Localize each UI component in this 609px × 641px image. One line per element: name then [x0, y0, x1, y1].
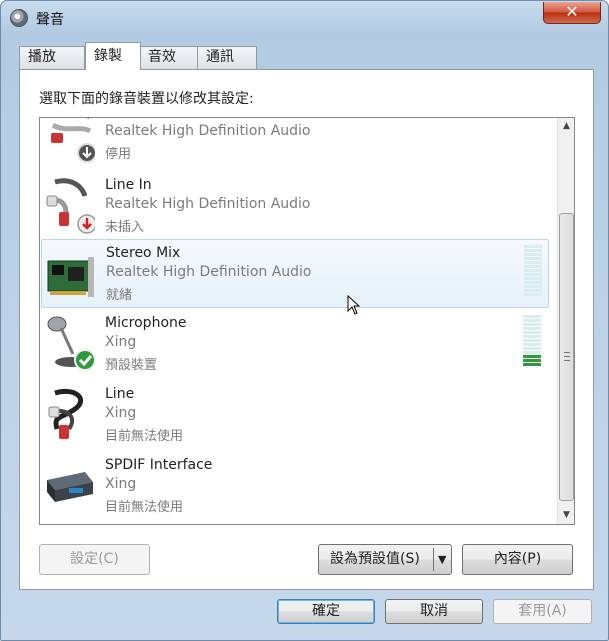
level-segment — [524, 289, 542, 292]
tab-sounds[interactable]: 音效 — [139, 46, 199, 69]
device-driver: Xing — [105, 476, 137, 492]
level-segment — [524, 273, 542, 276]
microphone-default-icon — [47, 316, 95, 371]
level-segment — [523, 315, 541, 318]
device-status: 停用 — [105, 147, 132, 162]
device-item-microphone[interactable]: Microphone Xing 預設裝置 — [41, 310, 549, 379]
device-driver: Realtek High Definition Audio — [105, 196, 311, 212]
device-status: 就緒 — [106, 288, 133, 303]
device-name: Stereo Mix — [106, 245, 181, 261]
set-default-label: 設為預設值(S) — [330, 551, 420, 567]
level-meter — [524, 245, 542, 297]
level-segment — [523, 339, 541, 342]
level-segment — [524, 285, 542, 288]
level-segment — [523, 355, 541, 358]
device-item-line[interactable]: Line Xing 目前無法使用 — [41, 381, 549, 450]
level-segment — [524, 293, 542, 296]
level-segment — [523, 331, 541, 334]
configure-button[interactable]: 設定(C) — [39, 544, 150, 575]
device-name: Microphone — [105, 315, 187, 331]
ok-button[interactable]: 確定 — [277, 599, 375, 624]
level-segment — [524, 257, 542, 260]
device-name: Line In — [105, 177, 152, 193]
properties-button[interactable]: 內容(P) — [462, 544, 573, 575]
scroll-thumb[interactable] — [559, 213, 574, 501]
device-item-disabled[interactable]: Realtek High Definition Audio 停用 — [41, 118, 549, 172]
level-segment — [524, 265, 542, 268]
tab-recording[interactable]: 錄製 — [85, 42, 141, 70]
device-driver: Xing — [105, 334, 137, 350]
device-driver: Xing — [105, 405, 137, 421]
level-segment — [524, 269, 542, 272]
device-driver: Realtek High Definition Audio — [105, 123, 311, 139]
tab-playback[interactable]: 播放 — [19, 46, 85, 69]
close-button[interactable]: ✕ — [543, 2, 601, 24]
level-meter — [523, 315, 541, 367]
mouse-cursor-icon — [347, 295, 361, 315]
vertical-scrollbar[interactable]: ▲ ▼ — [557, 118, 574, 524]
line-jack-disabled-icon — [51, 118, 95, 163]
level-segment — [524, 281, 542, 284]
cancel-button[interactable]: 取消 — [385, 599, 483, 624]
level-segment — [524, 277, 542, 280]
level-segment — [523, 343, 541, 346]
scroll-down-arrow[interactable]: ▼ — [558, 507, 574, 524]
level-segment — [523, 347, 541, 350]
window-title: 聲音 — [36, 12, 64, 28]
device-driver: Realtek High Definition Audio — [106, 264, 312, 280]
speaker-icon — [10, 9, 28, 27]
line-jack-unplugged-icon — [46, 178, 95, 234]
level-segment — [524, 253, 542, 256]
level-segment — [523, 319, 541, 322]
recording-panel: 選取下面的錄音裝置以修改其設定: Realtek High Definition… — [19, 69, 594, 590]
apply-button[interactable]: 套用(A) — [493, 599, 592, 624]
set-default-split-button[interactable]: 設為預設值(S) ▼ — [318, 544, 452, 575]
tab-communications[interactable]: 通訊 — [197, 46, 257, 69]
scroll-up-arrow[interactable]: ▲ — [558, 118, 574, 135]
level-segment — [523, 335, 541, 338]
level-segment — [524, 249, 542, 252]
level-segment — [523, 359, 541, 362]
device-name: Line — [105, 386, 135, 402]
device-list[interactable]: Realtek High Definition Audio 停用 Line In… — [39, 117, 575, 525]
level-segment — [523, 363, 541, 366]
spdif-device-icon — [47, 472, 93, 502]
device-status: 未插入 — [105, 220, 145, 235]
device-status: 目前無法使用 — [105, 429, 184, 444]
device-item-line-in[interactable]: Line In Realtek High Definition Audio 未插… — [41, 172, 549, 241]
instruction-text: 選取下面的錄音裝置以修改其設定: — [39, 91, 254, 107]
sound-dialog: 聲音 ✕ 播放 錄製 音效 通訊 選取下面的錄音裝置以修改其設定: Realte… — [0, 0, 609, 641]
device-item-spdif[interactable]: SPDIF Interface Xing 目前無法使用 — [41, 452, 549, 521]
device-status: 目前無法使用 — [105, 500, 184, 515]
device-item-stereo-mix[interactable]: Stereo Mix Realtek High Definition Audio… — [41, 239, 549, 308]
split-divider — [433, 548, 434, 571]
device-status: 預設裝置 — [105, 358, 158, 373]
grip-icon — [564, 352, 570, 361]
device-name: SPDIF Interface — [105, 457, 213, 473]
title-bar: 聲音 ✕ — [1, 1, 608, 35]
dropdown-arrow-icon[interactable]: ▼ — [438, 545, 446, 574]
line-jack-icon — [48, 389, 84, 439]
level-segment — [524, 245, 542, 248]
level-segment — [523, 351, 541, 354]
sound-card-icon — [47, 257, 94, 297]
level-segment — [524, 261, 542, 264]
level-segment — [523, 327, 541, 330]
level-segment — [523, 323, 541, 326]
